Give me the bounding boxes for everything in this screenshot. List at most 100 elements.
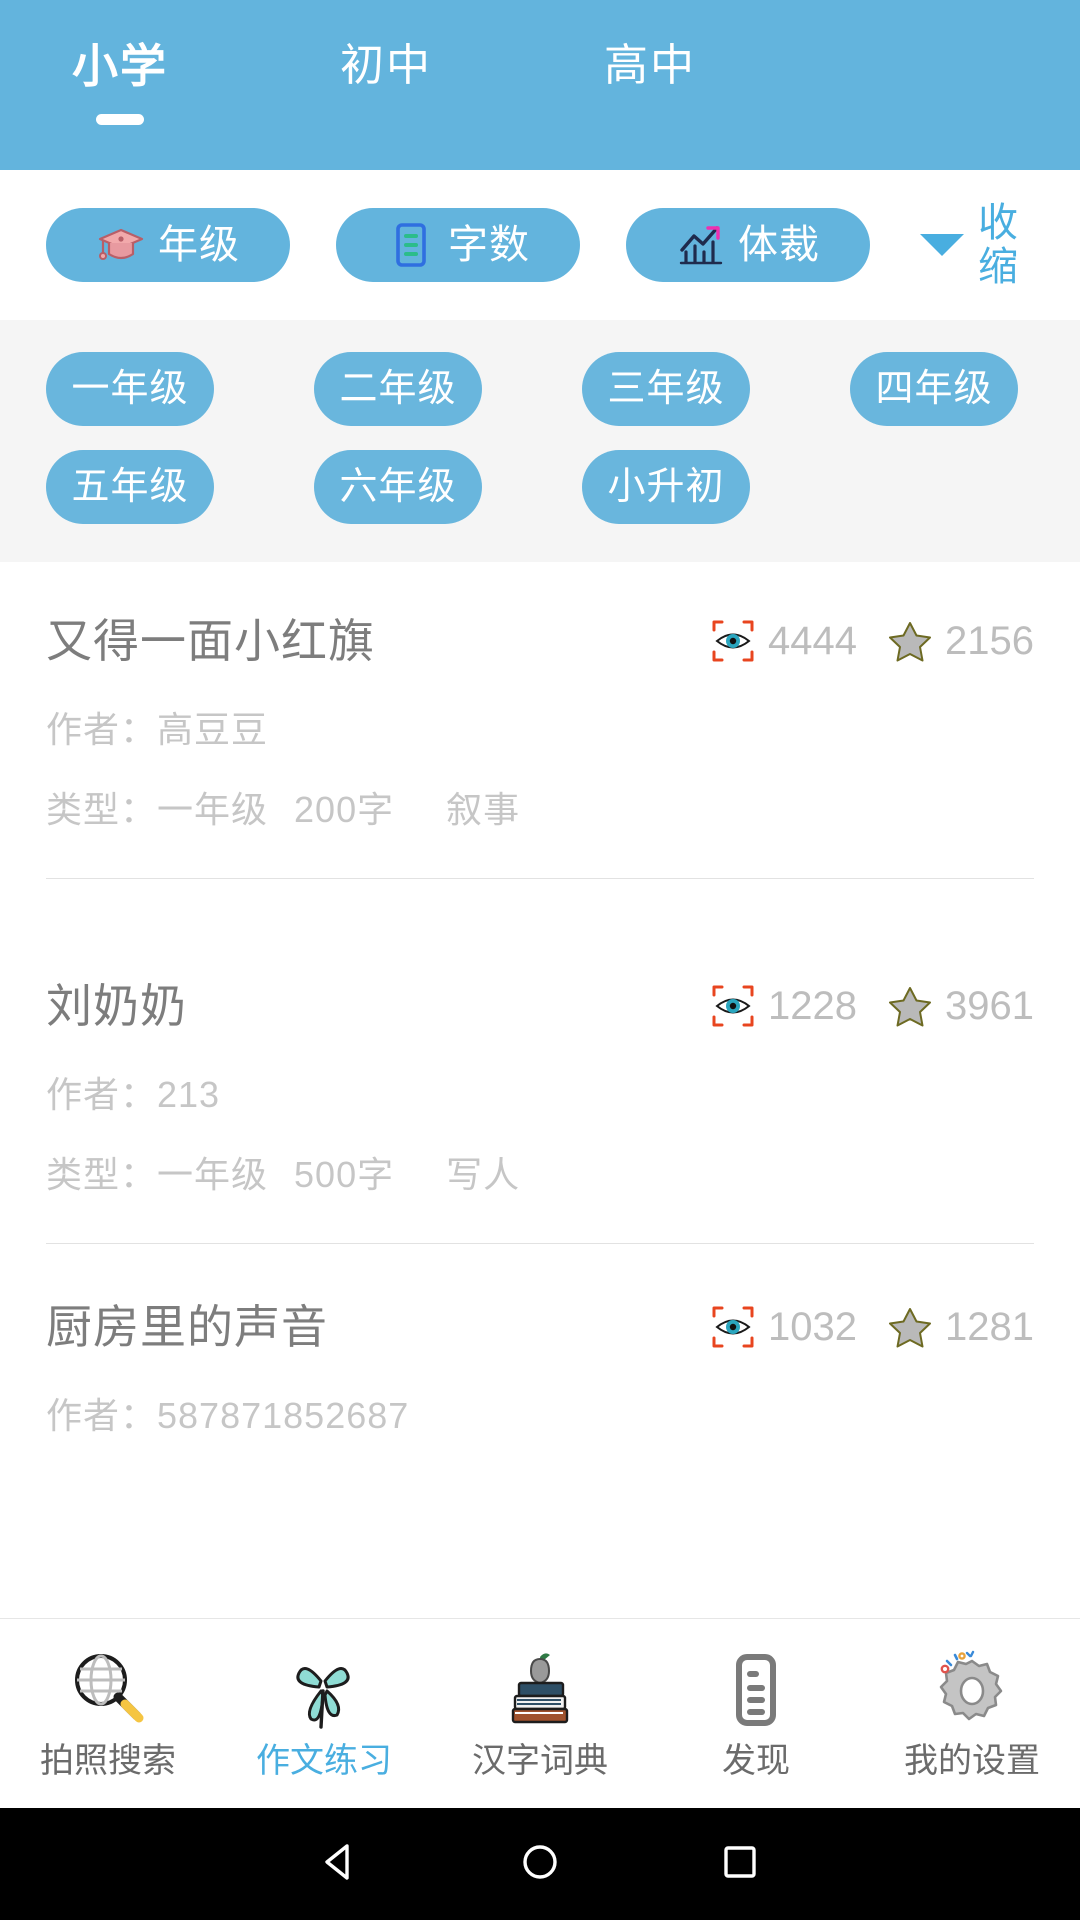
- type-label: 类型：: [46, 789, 158, 830]
- author-label: 作者：: [46, 1395, 158, 1436]
- tab-label: 高中: [604, 41, 696, 90]
- system-home-button[interactable]: [440, 1838, 640, 1891]
- collapse-toggle[interactable]: 收缩: [920, 201, 1034, 289]
- grade-chip-7[interactable]: 小升初: [582, 450, 750, 524]
- filter-button-label: 年级: [158, 223, 240, 267]
- author-label: 作者：: [46, 1074, 158, 1115]
- grade-chip-2[interactable]: 二年级: [314, 352, 482, 426]
- article-header: 又得一面小红旗 4444 2156: [46, 610, 1034, 672]
- system-back-button[interactable]: [240, 1838, 440, 1891]
- type-words: 500字: [294, 1154, 395, 1195]
- grade-chip-row: 五年级 六年级 小升初: [46, 450, 1034, 524]
- type-grade: 一年级: [157, 789, 269, 830]
- system-recents-button[interactable]: [640, 1838, 840, 1891]
- tab-middle-school[interactable]: 初中: [334, 38, 438, 94]
- eye-icon: [710, 618, 756, 664]
- app-root: 小学 初中 高中 年级 字数 体裁 收缩 一年级 二年级 三年级 四年级 五年级…: [0, 0, 1080, 1920]
- nav-item-label: 拍照搜索: [40, 1741, 176, 1780]
- article-header: 厨房里的声音 1032 1281: [46, 1296, 1034, 1358]
- view-stat: 4444: [710, 618, 857, 664]
- graduation-cap-icon: [96, 220, 146, 270]
- tab-active-indicator: [96, 114, 144, 125]
- view-stat: 1228: [710, 983, 857, 1029]
- grade-chip-6[interactable]: 六年级: [314, 450, 482, 524]
- author-name: 213: [157, 1074, 221, 1115]
- article-author-line: 作者：587871852687: [46, 1394, 1034, 1438]
- nav-item-discover[interactable]: 发现: [648, 1647, 864, 1781]
- back-triangle-icon: [316, 1838, 364, 1891]
- view-count: 1032: [768, 1305, 858, 1349]
- star-stat: 2156: [887, 618, 1034, 664]
- home-circle-icon: [516, 1838, 564, 1891]
- discover-list-icon: [713, 1647, 799, 1733]
- recents-square-icon: [716, 1838, 764, 1891]
- eye-icon: [710, 983, 756, 1029]
- type-label: 类型：: [46, 1154, 158, 1195]
- article-stats: 1228 3961: [680, 975, 1034, 1029]
- star-stat: 3961: [887, 983, 1034, 1029]
- star-count: 1281: [945, 1305, 1034, 1349]
- bottom-nav-bar: 拍照搜索 作文练习 汉字词典 发现 我的设置: [0, 1618, 1080, 1808]
- star-count: 3961: [945, 984, 1034, 1028]
- nav-item-label: 我的设置: [904, 1741, 1040, 1780]
- author-name: 587871852687: [157, 1395, 410, 1436]
- nav-item-dictionary[interactable]: 汉字词典: [432, 1647, 648, 1781]
- grade-chip-5[interactable]: 五年级: [46, 450, 214, 524]
- grade-chip-panel: 一年级 二年级 三年级 四年级 五年级 六年级 小升初: [0, 320, 1080, 562]
- books-apple-icon: [497, 1647, 583, 1733]
- article-card[interactable]: 又得一面小红旗 4444 2156 作者：高豆豆 类型：一年级 200字 叙事: [0, 562, 1080, 879]
- type-genre: 写人: [446, 1154, 521, 1195]
- article-title: 刘奶奶: [46, 980, 187, 1032]
- view-count: 4444: [768, 619, 858, 663]
- type-genre: 叙事: [446, 789, 521, 830]
- tab-label: 初中: [340, 41, 432, 90]
- article-stats: 1032 1281: [680, 1296, 1034, 1350]
- article-type-line: 类型：一年级 200字 叙事: [46, 788, 1034, 832]
- clover-icon: [281, 1647, 367, 1733]
- nav-item-label: 作文练习: [256, 1741, 392, 1780]
- article-card[interactable]: 刘奶奶 1228 3961 作者：213 类型：一年级 500字 写人: [0, 879, 1080, 1244]
- filter-button-grade[interactable]: 年级: [46, 208, 290, 282]
- star-stat: 1281: [887, 1304, 1034, 1350]
- bar-chart-arrow-icon: [676, 220, 726, 270]
- author-name: 高豆豆: [157, 709, 269, 750]
- article-stats: 4444 2156: [680, 610, 1034, 664]
- nav-item-label: 汉字词典: [472, 1741, 608, 1780]
- grade-chip-3[interactable]: 三年级: [582, 352, 750, 426]
- top-tab-bar: 小学 初中 高中: [0, 0, 1080, 170]
- star-icon: [887, 1304, 933, 1350]
- collapse-label: 收缩: [978, 201, 1018, 289]
- view-count: 1228: [768, 984, 858, 1028]
- star-icon: [887, 618, 933, 664]
- type-grade: 一年级: [157, 1154, 269, 1195]
- grade-chip-4[interactable]: 四年级: [850, 352, 1018, 426]
- article-author-line: 作者：213: [46, 1073, 1034, 1117]
- document-lines-icon: [386, 220, 436, 270]
- caret-down-icon: [920, 234, 964, 256]
- eye-icon: [710, 1304, 756, 1350]
- camera-search-icon: [65, 1647, 151, 1733]
- article-type-line: 类型：一年级 500字 写人: [46, 1153, 1034, 1197]
- nav-item-photo-search[interactable]: 拍照搜索: [0, 1647, 216, 1781]
- star-count: 2156: [945, 619, 1034, 663]
- author-label: 作者：: [46, 709, 158, 750]
- system-navigation-bar: [0, 1808, 1080, 1920]
- grade-chip-row: 一年级 二年级 三年级 四年级: [46, 352, 1034, 426]
- tab-high-school[interactable]: 高中: [598, 38, 702, 94]
- article-author-line: 作者：高豆豆: [46, 708, 1034, 752]
- nav-item-settings[interactable]: 我的设置: [864, 1647, 1080, 1781]
- article-card[interactable]: 厨房里的声音 1032 1281 作者：587871852687: [0, 1244, 1080, 1438]
- article-title: 厨房里的声音: [46, 1301, 328, 1353]
- gear-icon: [929, 1647, 1015, 1733]
- view-stat: 1032: [710, 1304, 857, 1350]
- filter-button-genre[interactable]: 体裁: [626, 208, 870, 282]
- grade-chip-1[interactable]: 一年级: [46, 352, 214, 426]
- nav-item-label: 发现: [722, 1741, 790, 1780]
- article-title: 又得一面小红旗: [46, 615, 375, 667]
- filter-bar: 年级 字数 体裁 收缩: [0, 170, 1080, 320]
- tab-label: 小学: [72, 40, 168, 92]
- tab-primary-school[interactable]: 小学: [66, 38, 174, 125]
- nav-item-writing-practice[interactable]: 作文练习: [216, 1647, 432, 1781]
- filter-button-wordcount[interactable]: 字数: [336, 208, 580, 282]
- filter-button-label: 体裁: [738, 223, 820, 267]
